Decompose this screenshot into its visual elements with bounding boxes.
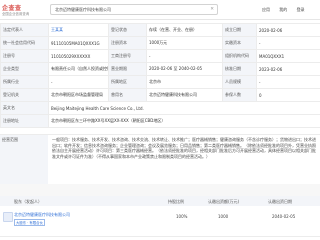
top-bar: 企查查 全国企业信用查询 北京迈特健康医疗科技有限公司 ✕ 应用 我的 登录 <box>0 0 320 20</box>
legal-rep-link[interactable]: 王某某 <box>51 27 63 32</box>
table-row: 北京迈特健康医疗科技有限公司 大股东 · 有限合伙 100% 1000 2040… <box>0 206 320 237</box>
value-industry: - <box>48 75 109 89</box>
value-reg-no: 110105029XXXXXX <box>48 49 109 63</box>
value-region: 北京市 <box>146 75 223 89</box>
label-company-type: 企业类型 <box>0 62 49 76</box>
label-reg-no: 注册号 <box>0 49 49 63</box>
label-insured: 参保人数 <box>222 88 257 102</box>
label-english-name: 英文名 <box>0 101 49 115</box>
table-row: 英文名 Beijing Maitejing Health Care Scienc… <box>0 101 320 115</box>
label-industry: 所属行业 <box>0 75 49 89</box>
table-row: 注册号 110105029XXXXXX 工商注册号 - 组织机构代码 MA01Q… <box>0 49 320 63</box>
section-divider <box>0 184 320 196</box>
value-biz-reg-no: - <box>146 49 223 63</box>
shareholder-name-link[interactable]: 北京迈特健康医疗科技有限公司 <box>14 212 70 218</box>
value-insured: 0 <box>256 88 320 102</box>
value-staff-size: - <box>256 75 320 89</box>
label-founded: 成立日期 <box>222 23 257 37</box>
table-row: 法定代表人 王某某 登记状态 存续（在营、开业、在册） 成立日期 2020-02… <box>0 23 320 37</box>
value-company-type: 有限责任公司（自然人投资或控股） <box>48 62 109 76</box>
col-shareholder: 股东（发起人） <box>14 199 42 204</box>
col-ratio: 持股比例 <box>168 199 184 204</box>
col-amount: 认缴出资额(万元) <box>208 199 240 204</box>
label-credit-code: 统一社会信用代码 <box>0 36 49 50</box>
table-row: 所属行业 - 所属地区 北京市 人员规模 - <box>0 75 320 89</box>
table-row: 统一社会信用代码 91110105MA01QXXX1G 注册资本 1000万元 … <box>0 36 320 50</box>
search-input-value[interactable]: 北京迈特健康医疗科技有限公司 <box>55 7 111 13</box>
table-row: 企业类型 有限责任公司（自然人投资或控股） 营业期限 2020-02-06 至 … <box>0 62 320 76</box>
label-former-name: 曾用名 <box>108 88 147 102</box>
value-term: 2020-02-06 至 2040-02-05 <box>146 62 223 76</box>
link-apps[interactable]: 应用 <box>262 7 270 12</box>
business-scope: 经营范围 一般项目：技术服务、技术开发、技术咨询、技术交流、技术转让、技术推广；… <box>0 134 320 186</box>
shareholder-date: 2040-02-05 <box>272 214 296 219</box>
value-address: 北京市朝阳区东三环中路XX号XX层XX-XXX（朝阳区CBD地区） <box>48 114 320 128</box>
col-date: 认缴出资日期 <box>268 199 292 204</box>
value-approval-date: 2023-02-06 <box>256 62 320 76</box>
label-paid-capital: 实缴资本 <box>222 36 257 50</box>
label-legal-rep: 法定代表人 <box>0 23 49 37</box>
label-approval-date: 核准日期 <box>222 62 257 76</box>
label-address: 注册地址 <box>0 114 49 128</box>
value-org-code: MA01QXXX1 <box>256 49 320 63</box>
value-credit-code: 91110105MA01QXXX1G <box>48 36 109 50</box>
label-org-code: 组织机构代码 <box>222 49 257 63</box>
business-info-table: 法定代表人 王某某 登记状态 存续（在营、开业、在册） 成立日期 2020-02… <box>0 23 320 128</box>
link-login[interactable]: 登录 <box>297 7 305 12</box>
table-row: 注册地址 北京市朝阳区东三环中路XX号XX层XX-XXX（朝阳区CBD地区） <box>0 114 320 128</box>
label-authority: 登记机关 <box>0 88 49 102</box>
shareholder-ratio: 100% <box>176 214 188 219</box>
label-reg-capital: 注册资本 <box>108 36 147 50</box>
shareholder-amount: 1000 <box>218 214 229 219</box>
site-logo-subtitle: 全国企业信用查询 <box>2 12 30 16</box>
label-status: 登记状态 <box>108 23 147 37</box>
value-scope: 一般项目：技术服务、技术开发、技术咨询、技术交流、技术转让、技术推广；医疗器械销… <box>52 137 316 159</box>
label-biz-reg-no: 工商注册号 <box>108 49 147 63</box>
avatar <box>3 212 13 222</box>
value-authority: 北京市朝阳区市场监督管理局 <box>48 88 109 102</box>
value-reg-capital: 1000万元 <box>146 36 223 50</box>
status-badge: 大股东 · 有限合伙 <box>14 219 45 226</box>
label-scope: 经营范围 <box>0 135 48 185</box>
value-english-name: Beijing Maitejing Health Care Science Co… <box>48 101 320 115</box>
label-term: 营业期限 <box>108 62 147 76</box>
value-status: 存续（在营、开业、在册） <box>146 23 223 37</box>
search-input[interactable]: 北京迈特健康医疗科技有限公司 ✕ <box>50 4 218 15</box>
close-icon[interactable]: ✕ <box>210 7 214 12</box>
link-mine[interactable]: 我的 <box>279 7 287 12</box>
label-region: 所属地区 <box>108 75 147 89</box>
table-row: 登记机关 北京市朝阳区市场监督管理局 曾用名 北京迈特健康科技有限公司 参保人数… <box>0 88 320 102</box>
value-founded: 2020-02-06 <box>256 23 320 37</box>
label-staff-size: 人员规模 <box>222 75 257 89</box>
value-former-name: 北京迈特健康科技有限公司 <box>146 88 223 102</box>
header-links: 应用 我的 登录 <box>262 7 313 13</box>
value-paid-capital: - <box>256 36 320 50</box>
